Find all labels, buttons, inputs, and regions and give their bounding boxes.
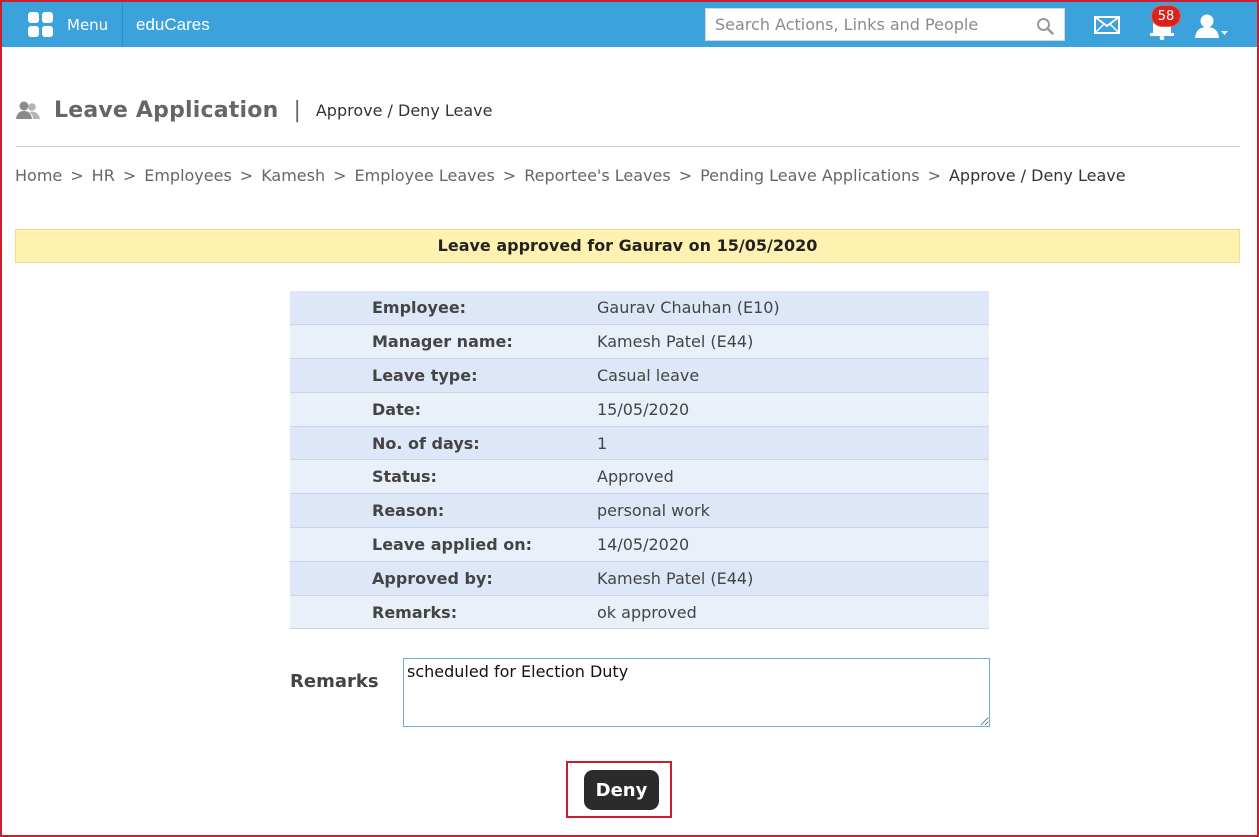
detail-label: Leave applied on: [290,527,597,562]
detail-label: Manager name: [290,324,597,360]
table-row: Leave type: Casual leave [290,358,989,393]
table-row: Date: 15/05/2020 [290,392,989,427]
search-input[interactable] [706,9,1064,40]
table-row: Status: Approved [290,459,989,495]
divider [122,2,123,47]
detail-label: No. of days: [290,426,597,461]
detail-value: Kamesh Patel (E44) [597,324,989,360]
remarks-textarea[interactable]: scheduled for Election Duty [403,658,990,727]
deny-button[interactable]: Deny [584,770,659,810]
top-navigation-bar: Menu eduCares [2,2,1257,47]
table-row: Reason: personal work [290,493,989,529]
detail-label: Date: [290,392,597,427]
title-separator: | [293,97,301,123]
table-row: Remarks: ok approved [290,595,989,630]
detail-label: Leave type: [290,358,597,393]
detail-label: Approved by: [290,561,597,596]
detail-label: Status: [290,459,597,495]
table-row: Employee: Gaurav Chauhan (E10) [290,291,989,326]
user-menu-icon[interactable] [1195,13,1231,39]
table-row: No. of days: 1 [290,426,989,461]
leave-details-table: Employee: Gaurav Chauhan (E10) Manager na… [290,291,989,630]
page-subtitle: Approve / Deny Leave [315,100,493,120]
detail-value: 14/05/2020 [597,527,989,562]
menu-label: Menu [67,15,109,34]
notification-badge[interactable]: 58 [1151,5,1181,27]
breadcrumb-employees[interactable]: Employees [144,166,232,185]
detail-value: Gaurav Chauhan (E10) [597,291,989,326]
breadcrumb-employee-leaves[interactable]: Employee Leaves [355,166,495,185]
breadcrumb-kamesh[interactable]: Kamesh [261,166,325,185]
detail-label: Reason: [290,493,597,529]
detail-value: 1 [597,426,989,461]
people-icon [16,101,40,119]
detail-value: Casual leave [597,358,989,393]
detail-value: 15/05/2020 [597,392,989,427]
detail-value: ok approved [597,595,989,630]
page-title: Leave Application [54,97,279,123]
table-row: Leave applied on: 14/05/2020 [290,527,989,562]
mail-icon[interactable] [1094,16,1120,34]
breadcrumb: Home > HR > Employees > Kamesh > Employee Leaves… [15,166,1126,185]
breadcrumb-reportees-leaves[interactable]: Reportee's Leaves [524,166,670,185]
detail-value: Kamesh Patel (E44) [597,561,989,596]
detail-value: Approved [597,459,989,495]
page-header: Leave Application | Approve / Deny Leave [16,96,492,124]
search-box [705,8,1065,41]
table-row: Approved by: Kamesh Patel (E44) [290,561,989,596]
status-notice: Leave approved for Gaurav on 15/05/2020 [15,229,1240,263]
remarks-label: Remarks [290,671,379,692]
breadcrumb-home[interactable]: Home [15,166,62,185]
breadcrumb-pending-leave-applications[interactable]: Pending Leave Applications [700,166,919,185]
detail-label: Remarks: [290,595,597,630]
table-row: Manager name: Kamesh Patel (E44) [290,324,989,360]
grid-icon [28,12,53,37]
menu-button[interactable]: Menu [2,2,122,47]
brand-link[interactable]: eduCares [136,15,210,35]
divider [16,146,1240,147]
search-icon[interactable] [1036,17,1054,35]
breadcrumb-hr[interactable]: HR [92,166,115,185]
detail-value: personal work [597,493,989,529]
detail-label: Employee: [290,291,597,326]
breadcrumb-current: Approve / Deny Leave [948,166,1126,185]
